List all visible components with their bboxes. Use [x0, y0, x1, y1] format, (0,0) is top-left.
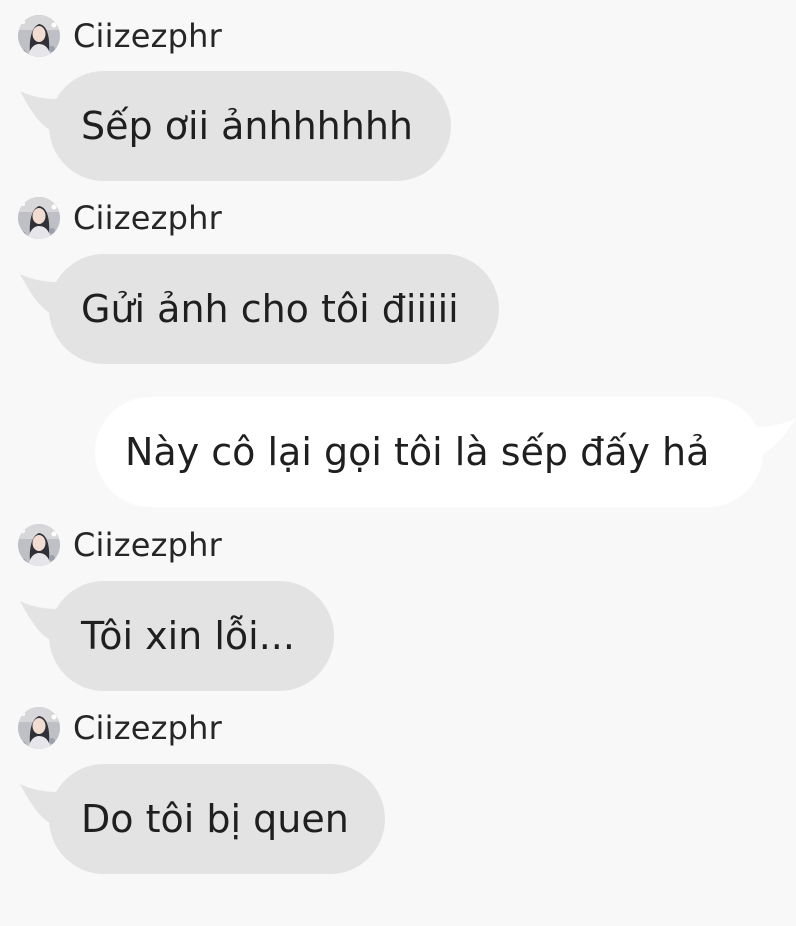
- sender-row: Ciizezphr: [18, 706, 222, 750]
- avatar-photo-icon: [18, 197, 60, 239]
- incoming-message[interactable]: Sếp ơii ảnhhhhhh: [20, 71, 451, 181]
- sender-name: Ciizezphr: [73, 526, 222, 564]
- message-bubble[interactable]: Gửi ảnh cho tôi điiiii: [49, 254, 499, 364]
- avatar[interactable]: [18, 524, 60, 566]
- avatar-photo-icon: [18, 707, 60, 749]
- sender-row: Ciizezphr: [18, 196, 222, 240]
- message-text: Tôi xin lỗi...: [81, 614, 295, 658]
- sender-name: Ciizezphr: [73, 17, 222, 55]
- sender-row: Ciizezphr: [18, 523, 222, 567]
- message-bubble[interactable]: Do tôi bị quen: [49, 764, 385, 874]
- message-bubble[interactable]: Này cô lại gọi tôi là sếp đấy hả: [95, 397, 763, 507]
- incoming-message[interactable]: Do tôi bị quen: [20, 764, 385, 874]
- sender-row: Ciizezphr: [18, 14, 222, 58]
- chat-thread: Ciizezphr Sếp ơii ảnhhhhhh Ciizezphr Gửi…: [0, 0, 796, 926]
- sender-name: Ciizezphr: [73, 709, 222, 747]
- outgoing-message[interactable]: Này cô lại gọi tôi là sếp đấy hả: [95, 397, 795, 507]
- message-text: Sếp ơii ảnhhhhhh: [81, 104, 414, 148]
- message-bubble[interactable]: Sếp ơii ảnhhhhhh: [49, 71, 451, 181]
- message-text: Gửi ảnh cho tôi điiiii: [81, 287, 459, 331]
- incoming-message[interactable]: Gửi ảnh cho tôi điiiii: [20, 254, 499, 364]
- avatar[interactable]: [18, 15, 60, 57]
- message-text: Này cô lại gọi tôi là sếp đấy hả: [125, 430, 710, 474]
- incoming-message[interactable]: Tôi xin lỗi...: [20, 581, 334, 691]
- avatar[interactable]: [18, 197, 60, 239]
- avatar-photo-icon: [18, 15, 60, 57]
- sender-name: Ciizezphr: [73, 199, 222, 237]
- avatar[interactable]: [18, 707, 60, 749]
- avatar-photo-icon: [18, 524, 60, 566]
- message-bubble[interactable]: Tôi xin lỗi...: [49, 581, 334, 691]
- message-text: Do tôi bị quen: [81, 797, 349, 841]
